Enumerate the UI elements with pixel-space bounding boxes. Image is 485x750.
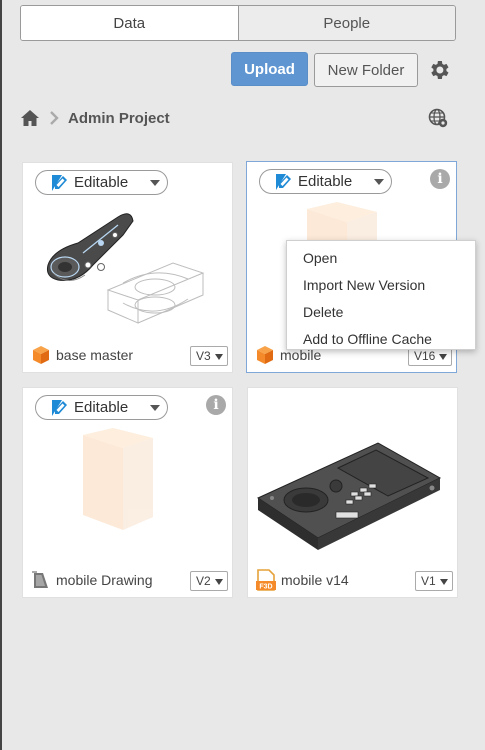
file-name: mobile Drawing (56, 572, 153, 588)
file-name: mobile v14 (281, 572, 349, 588)
globe-settings-icon[interactable] (428, 108, 448, 128)
model-thumbnail (47, 213, 205, 324)
context-menu: Open Import New Version Delete Add to Of… (286, 240, 476, 350)
file-card-base-master[interactable]: Editable base master V3 (22, 162, 233, 373)
info-icon[interactable]: i (206, 395, 226, 415)
edit-pen-icon (52, 400, 67, 416)
caret-down-icon (374, 179, 384, 185)
editable-label: Editable (74, 174, 129, 191)
cube-icon (33, 346, 49, 364)
menu-item-add-to-offline-cache[interactable]: Add to Offline Cache (287, 325, 475, 352)
edit-pen-icon (276, 174, 291, 190)
tab-people[interactable]: People (237, 6, 455, 40)
placeholder-cube-thumbnail (83, 428, 153, 530)
menu-item-import-new-version[interactable]: Import New Version (287, 271, 475, 298)
version-dropdown[interactable]: V3 (190, 346, 228, 366)
editable-dropdown[interactable]: Editable (35, 395, 168, 420)
new-folder-button[interactable]: New Folder (314, 53, 418, 87)
drawing-icon (32, 571, 48, 588)
cube-icon (257, 346, 273, 364)
breadcrumb: Admin Project (20, 107, 170, 129)
view-tabs: Data People (20, 5, 456, 41)
editable-dropdown[interactable]: Editable (259, 169, 392, 194)
model-thumbnail (256, 442, 442, 550)
version-dropdown[interactable]: V1 (415, 571, 453, 591)
f3d-file-icon: F3D (256, 569, 276, 591)
version-dropdown[interactable]: V2 (190, 571, 228, 591)
menu-item-delete[interactable]: Delete (287, 298, 475, 325)
home-icon[interactable] (20, 109, 40, 127)
caret-down-icon (150, 405, 160, 411)
window-edge (0, 0, 2, 750)
gear-icon[interactable] (427, 58, 451, 82)
file-name: base master (56, 347, 134, 363)
menu-item-open[interactable]: Open (287, 244, 475, 271)
f3d-file-icon-label: F3D (259, 584, 272, 591)
project-title: Admin Project (68, 109, 170, 127)
file-card-mobile-v14[interactable]: F3D mobile v14 V1 (247, 387, 458, 598)
edit-pen-icon (52, 175, 67, 191)
caret-down-icon (150, 180, 160, 186)
info-icon[interactable]: i (430, 169, 450, 189)
editable-label: Editable (74, 399, 129, 416)
editable-dropdown[interactable]: Editable (35, 170, 168, 195)
editable-label: Editable (298, 173, 353, 190)
chevron-right-icon (50, 111, 59, 125)
file-card-mobile-drawing[interactable]: Editable i mobile Drawing V2 (22, 387, 233, 598)
upload-button[interactable]: Upload (231, 52, 308, 86)
tab-data[interactable]: Data (21, 6, 238, 40)
